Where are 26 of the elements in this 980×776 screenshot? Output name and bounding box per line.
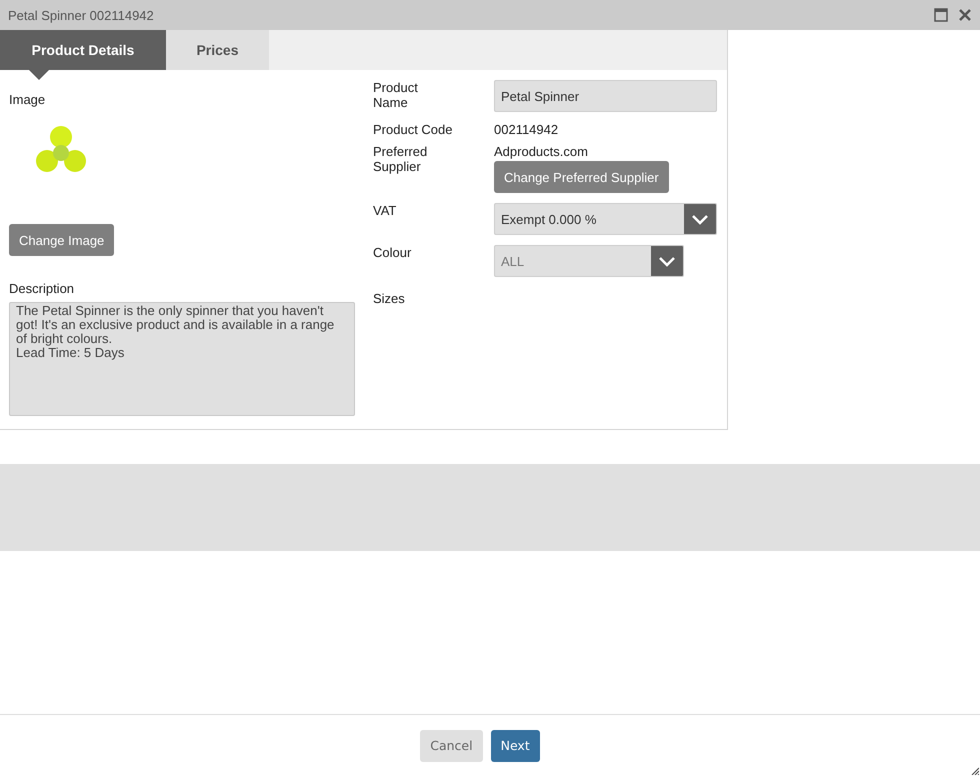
- maximize-icon[interactable]: [934, 8, 948, 22]
- cancel-button[interactable]: Cancel: [420, 730, 483, 762]
- description-label: Description: [9, 281, 76, 296]
- window-title: Petal Spinner 002114942: [8, 8, 154, 22]
- change-supplier-button[interactable]: Change Preferred Supplier: [494, 161, 669, 193]
- chevron-down-icon: [651, 246, 683, 276]
- field-label: VAT: [373, 203, 398, 220]
- next-button[interactable]: Next: [490, 730, 540, 762]
- chevron-down-icon: [684, 204, 716, 234]
- change-image-button[interactable]: Change Image: [9, 224, 114, 256]
- resize-grip-icon[interactable]: [971, 767, 979, 775]
- field-label: Colour: [373, 245, 412, 262]
- field-label: Sizes: [373, 291, 406, 306]
- close-icon[interactable]: [958, 8, 972, 22]
- dropdown[interactable]: ALL: [494, 245, 684, 277]
- product-code: 002114942: [494, 122, 558, 137]
- tab-pointer: [29, 70, 49, 80]
- supplier-name: Adproducts.com: [494, 144, 589, 159]
- tab[interactable]: Prices: [166, 30, 269, 70]
- product-name-field[interactable]: Petal Spinner: [494, 80, 717, 112]
- image-label: Image: [9, 92, 46, 107]
- field-label: Product Code: [373, 122, 454, 137]
- description-field[interactable]: The Petal Spinner is the only spinner that you haven't got! It's an exclusive product and is available in a range of bright colours. Lead Time: 5 Days: [9, 302, 355, 416]
- field-label: Product Name: [373, 80, 419, 112]
- dropdown[interactable]: Exempt 0.000 %: [494, 203, 717, 235]
- field-label: Preferred Supplier: [373, 144, 428, 176]
